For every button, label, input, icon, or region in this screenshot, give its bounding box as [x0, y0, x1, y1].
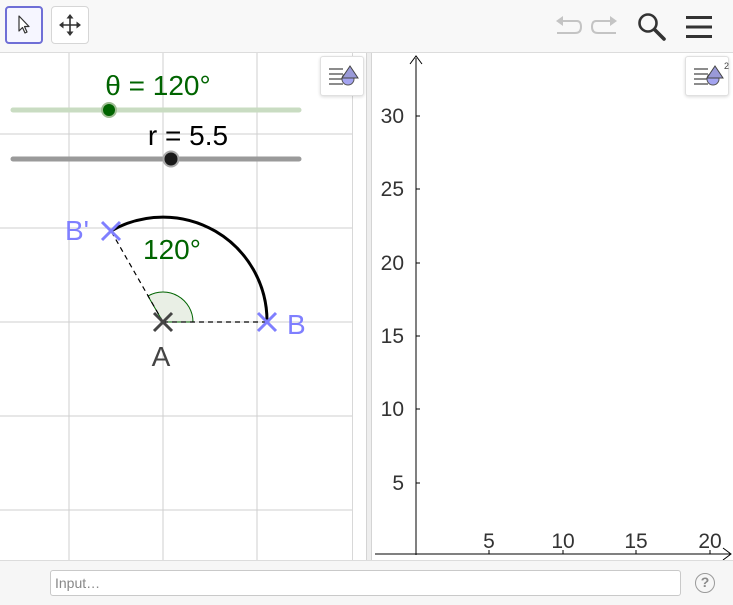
- redo-button[interactable]: [590, 13, 620, 41]
- undo-icon: [556, 16, 583, 34]
- style-bar-2-icon: 2: [694, 61, 729, 86]
- slider-r-handle[interactable]: [162, 150, 180, 168]
- svg-text:2: 2: [724, 61, 729, 71]
- y-tick-label: 20: [381, 252, 404, 275]
- x-ticks: [488, 550, 711, 554]
- slider-theta-label: θ = 120°: [105, 70, 210, 101]
- point-B-label: B: [287, 309, 306, 340]
- algebra-input-field[interactable]: [50, 570, 681, 596]
- x-tick-label: 5: [483, 530, 495, 553]
- point-B-prime[interactable]: [100, 220, 122, 242]
- move-graphics-view-button[interactable]: [51, 6, 89, 44]
- graphics-canvas-1[interactable]: θ = 120° r = 5.5 A B B' 120°: [0, 53, 366, 560]
- cursor-arrow-icon: [18, 15, 30, 34]
- y-ticks: [416, 115, 420, 484]
- search-button[interactable]: [636, 11, 668, 43]
- graphics-view-1-edge: [352, 53, 353, 560]
- undo-button[interactable]: [553, 13, 583, 41]
- style-bar-toggle-2[interactable]: 2: [685, 56, 729, 96]
- move-tool-button[interactable]: [5, 6, 43, 44]
- point-A-label: A: [152, 341, 171, 372]
- menu-icon: [686, 16, 712, 38]
- angle-sector[interactable]: [147, 291, 194, 323]
- y-tick-label: 30: [381, 105, 404, 128]
- graphics-canvas-2[interactable]: 5 10 15 20 25 30 5 10 15 20: [372, 53, 733, 560]
- style-bar-toggle-1[interactable]: [320, 56, 364, 96]
- point-B-prime-label: B': [65, 215, 89, 246]
- input-bar: ?: [0, 560, 733, 605]
- redo-icon: [590, 16, 617, 34]
- style-bar-icon: [329, 65, 359, 86]
- search-icon: [638, 13, 666, 41]
- graphics-view-1[interactable]: θ = 120° r = 5.5 A B B' 120°: [0, 53, 366, 560]
- y-tick-label: 15: [381, 325, 404, 348]
- help-icon[interactable]: ?: [695, 573, 715, 593]
- graphics-view-2[interactable]: 5 10 15 20 25 30 5 10 15 20: [372, 53, 733, 560]
- x-tick-label: 15: [624, 530, 647, 553]
- x-tick-label: 10: [551, 530, 574, 553]
- y-tick-label: 10: [381, 398, 404, 421]
- slider-r-label: r = 5.5: [148, 120, 228, 151]
- main-menu-button[interactable]: [683, 12, 715, 42]
- y-tick-label: 5: [392, 472, 404, 495]
- x-tick-label: 20: [698, 530, 721, 553]
- toolbar: [0, 0, 733, 53]
- angle-label: 120°: [143, 234, 201, 265]
- y-tick-label: 25: [381, 178, 404, 201]
- move-arrows-icon: [59, 14, 81, 36]
- slider-theta-handle[interactable]: [101, 102, 117, 118]
